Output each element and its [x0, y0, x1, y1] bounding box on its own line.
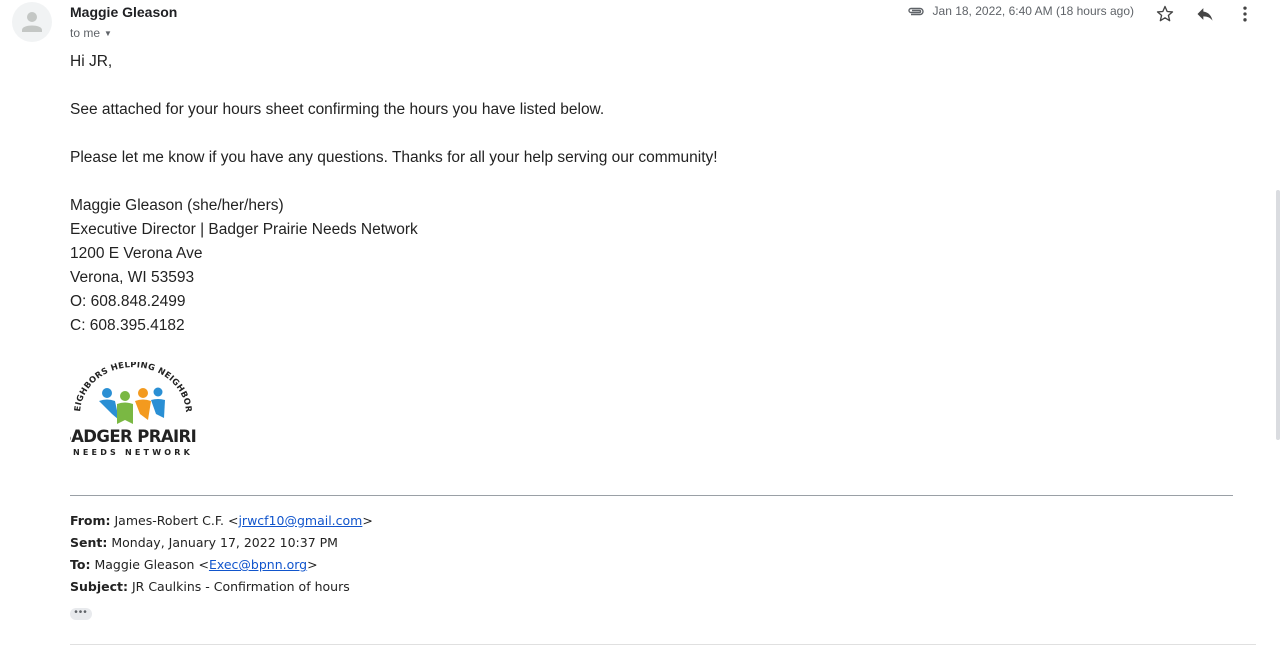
signature-cell-phone: C: 608.395.4182: [70, 317, 185, 334]
person-icon: [22, 12, 42, 32]
from-label: From:: [70, 513, 111, 528]
more-options-icon: [1243, 6, 1247, 22]
sender-name[interactable]: Maggie Gleason: [70, 4, 177, 20]
greeting: Hi JR,: [70, 53, 113, 70]
signature-title: Executive Director | Badger Prairie Need…: [70, 221, 418, 238]
body-line-questions: Please let me know if you have any quest…: [70, 149, 718, 166]
reply-icon: [1197, 8, 1213, 21]
body-line-attachment: See attached for your hours sheet confir…: [70, 101, 605, 118]
from-close: >: [362, 513, 373, 528]
more-options-button[interactable]: [1233, 2, 1257, 26]
logo-figures: [99, 387, 165, 424]
logo-sub-text: NEEDS NETWORK: [73, 448, 193, 457]
signature-address1: 1200 E Verona Ave: [70, 245, 203, 262]
message-bottom-divider: [70, 644, 1256, 645]
attachment-icon: [907, 7, 924, 16]
sent-value: Monday, January 17, 2022 10:37 PM: [111, 535, 338, 550]
forwarded-subject: Subject: JR Caulkins - Confirmation of h…: [70, 579, 350, 594]
email-meta: Jan 18, 2022, 6:40 AM (18 hours ago): [907, 4, 1134, 18]
signature-office-phone: O: 608.848.2499: [70, 293, 186, 310]
to-email-link[interactable]: Exec@bpnn.org: [209, 557, 307, 572]
sent-label: Sent:: [70, 535, 108, 550]
forwarded-to: To: Maggie Gleason <Exec@bpnn.org>: [70, 557, 318, 572]
logo-main-text: BADGER PRAIRIE: [70, 427, 196, 446]
forward-divider: [70, 495, 1233, 496]
star-icon: [1156, 5, 1174, 22]
from-email-link[interactable]: jrwcf10@gmail.com: [238, 513, 362, 528]
show-trimmed-content-button[interactable]: •••: [70, 608, 92, 620]
to-label: To:: [70, 557, 91, 572]
forwarded-sent: Sent: Monday, January 17, 2022 10:37 PM: [70, 535, 338, 550]
sender-avatar[interactable]: [12, 2, 52, 42]
recipient-line: to me: [70, 26, 101, 40]
star-button[interactable]: [1153, 2, 1177, 26]
scrollbar[interactable]: [1276, 190, 1280, 440]
to-close: >: [307, 557, 318, 572]
to-name: Maggie Gleason <: [94, 557, 209, 572]
organization-logo: NEIGHBORS HELPING NEIGHBORS BADGER PRAIR…: [70, 362, 196, 457]
signature-address2: Verona, WI 53593: [70, 269, 195, 286]
subject-value: JR Caulkins - Confirmation of hours: [131, 579, 350, 594]
reply-button[interactable]: [1193, 2, 1217, 26]
subject-label: Subject:: [70, 579, 128, 594]
recipient-details-toggle[interactable]: to me ▼: [70, 26, 112, 40]
signature-name: Maggie Gleason (she/her/hers): [70, 197, 284, 214]
from-name: James-Robert C.F. <: [114, 513, 239, 528]
chevron-down-icon: ▼: [104, 28, 112, 38]
forwarded-from: From: James-Robert C.F. <jrwcf10@gmail.c…: [70, 513, 373, 528]
email-date: Jan 18, 2022, 6:40 AM (18 hours ago): [932, 4, 1134, 18]
